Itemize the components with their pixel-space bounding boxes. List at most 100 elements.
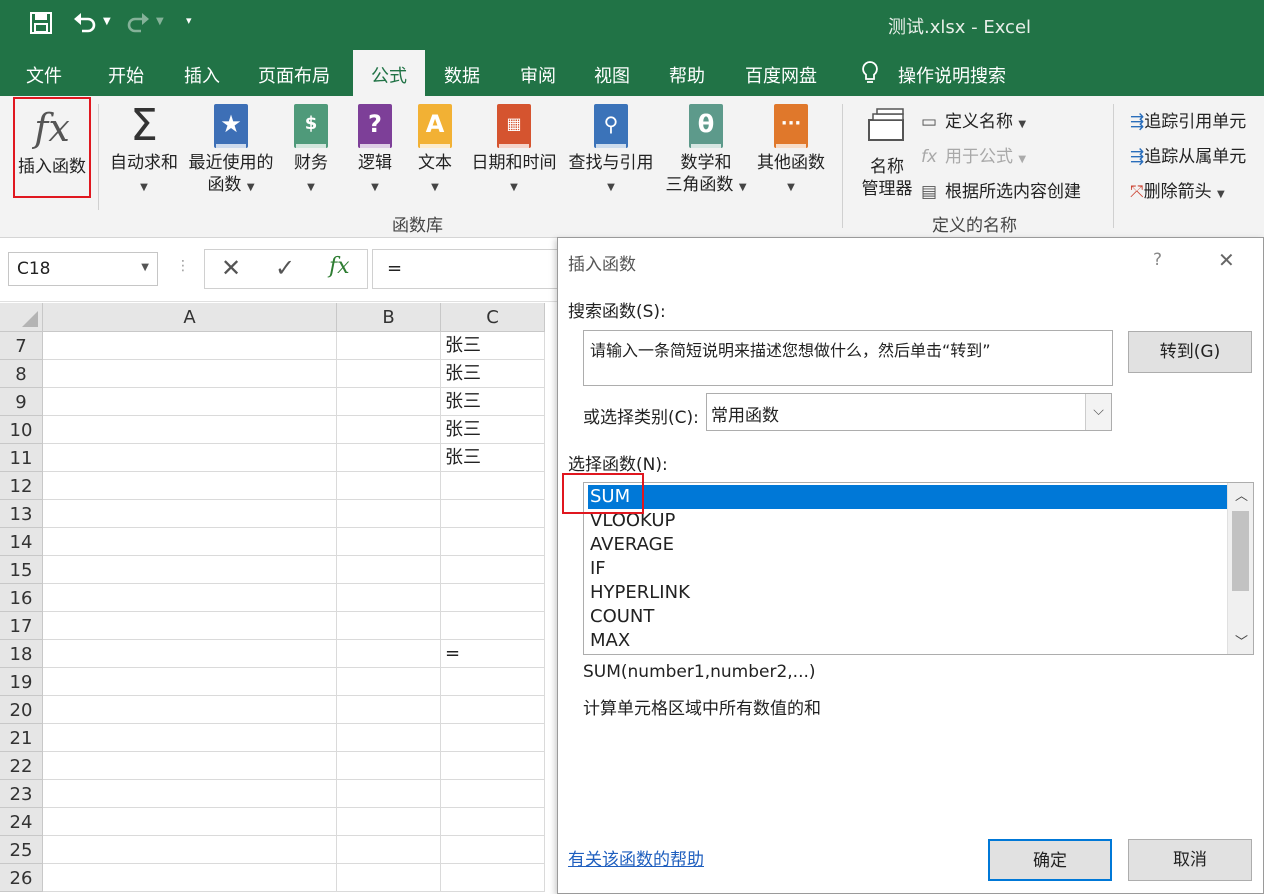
row-header[interactable]: 12 xyxy=(0,472,43,500)
cell-c[interactable] xyxy=(441,584,545,612)
cell-b[interactable] xyxy=(337,332,441,360)
column-header-a[interactable]: A xyxy=(43,303,337,332)
cell-c[interactable] xyxy=(441,472,545,500)
cell-a[interactable] xyxy=(43,416,337,444)
row-header[interactable]: 14 xyxy=(0,528,43,556)
cell-b[interactable] xyxy=(337,752,441,780)
cell-c[interactable]: 张三 xyxy=(441,416,545,444)
cell-b[interactable] xyxy=(337,864,441,892)
category-select[interactable]: 常用函数 ⌵ xyxy=(706,393,1112,431)
tab-file[interactable]: 文件 xyxy=(26,62,62,96)
row-header[interactable]: 23 xyxy=(0,780,43,808)
select-all-corner[interactable] xyxy=(0,303,43,332)
tell-me-search[interactable]: 操作说明搜索 xyxy=(898,62,1006,96)
cancel-button[interactable]: 取消 xyxy=(1128,839,1252,881)
function-help-link[interactable]: 有关该函数的帮助 xyxy=(568,845,704,870)
cell-c[interactable] xyxy=(441,780,545,808)
logical-button[interactable]: ? 逻辑 ▼ xyxy=(350,104,400,199)
cell-c[interactable]: 张三 xyxy=(441,332,545,360)
cell-b[interactable] xyxy=(337,836,441,864)
cell-b[interactable] xyxy=(337,388,441,416)
name-box[interactable]: C18 ▼ xyxy=(8,252,158,286)
cell-c[interactable] xyxy=(441,724,545,752)
cell-b[interactable] xyxy=(337,780,441,808)
cell-a[interactable] xyxy=(43,724,337,752)
row-header[interactable]: 19 xyxy=(0,668,43,696)
tab-view[interactable]: 视图 xyxy=(594,62,630,96)
cell-b[interactable] xyxy=(337,528,441,556)
autosum-button[interactable]: Σ 自动求和 ▼ xyxy=(104,104,184,199)
cell-b[interactable] xyxy=(337,472,441,500)
tab-help[interactable]: 帮助 xyxy=(669,62,705,96)
cell-a[interactable] xyxy=(43,472,337,500)
remove-arrows-command[interactable]: ⤧删除箭头 ▼ xyxy=(1130,177,1225,202)
math-trig-button[interactable]: θ 数学和 三角函数 ▼ xyxy=(660,104,752,199)
cell-b[interactable] xyxy=(337,584,441,612)
define-name-command[interactable]: ▭ 定义名称 ▼ xyxy=(921,107,1026,132)
name-manager-button[interactable]: 名称 管理器 xyxy=(856,108,918,200)
cell-a[interactable] xyxy=(43,500,337,528)
trace-precedents-command[interactable]: ⇶追踪引用单元 xyxy=(1130,107,1246,132)
chevron-up-icon[interactable]: ︿ xyxy=(1235,485,1248,504)
tab-review[interactable]: 审阅 xyxy=(520,62,556,96)
cell-a[interactable] xyxy=(43,640,337,668)
cell-b[interactable] xyxy=(337,444,441,472)
go-button[interactable]: 转到(G) xyxy=(1128,331,1252,373)
column-header-c[interactable]: C xyxy=(441,303,545,332)
lookup-button[interactable]: ⚲ 查找与引用 ▼ xyxy=(563,104,659,199)
row-header[interactable]: 11 xyxy=(0,444,43,472)
row-header[interactable]: 16 xyxy=(0,584,43,612)
function-list-item[interactable]: IF xyxy=(588,557,1228,581)
cell-a[interactable] xyxy=(43,612,337,640)
row-header[interactable]: 26 xyxy=(0,864,43,892)
customize-qat-icon[interactable]: ▾ xyxy=(186,14,192,27)
cell-a[interactable] xyxy=(43,388,337,416)
text-button[interactable]: A 文本 ▼ xyxy=(410,104,460,199)
close-icon[interactable]: ✕ xyxy=(1218,248,1235,272)
function-list-item[interactable]: VLOOKUP xyxy=(588,509,1228,533)
row-header[interactable]: 20 xyxy=(0,696,43,724)
cell-b[interactable] xyxy=(337,640,441,668)
chevron-down-icon[interactable]: ▼ xyxy=(141,262,149,273)
tab-baidu-netdisk[interactable]: 百度网盘 xyxy=(745,62,817,96)
search-function-input[interactable]: 请输入一条简短说明来描述您想做什么，然后单击“转到” xyxy=(583,330,1113,386)
cell-c[interactable]: 张三 xyxy=(441,360,545,388)
ok-button[interactable]: 确定 xyxy=(988,839,1112,881)
row-header[interactable]: 18 xyxy=(0,640,43,668)
more-functions-button[interactable]: ··· 其他函数 ▼ xyxy=(752,104,830,199)
chevron-down-icon[interactable]: ﹀ xyxy=(1235,631,1248,650)
datetime-button[interactable]: ▦ 日期和时间 ▼ xyxy=(466,104,562,199)
redo-icon[interactable] xyxy=(125,10,151,41)
row-header[interactable]: 24 xyxy=(0,808,43,836)
cell-c[interactable] xyxy=(441,696,545,724)
row-header[interactable]: 25 xyxy=(0,836,43,864)
enter-icon[interactable]: ✓ xyxy=(275,254,295,282)
row-header[interactable]: 8 xyxy=(0,360,43,388)
help-icon[interactable]: ? xyxy=(1153,250,1162,270)
cell-a[interactable] xyxy=(43,696,337,724)
cell-c[interactable] xyxy=(441,836,545,864)
tab-page-layout[interactable]: 页面布局 xyxy=(258,62,330,96)
cell-b[interactable] xyxy=(337,808,441,836)
function-list-item[interactable]: AVERAGE xyxy=(588,533,1228,557)
cell-c[interactable]: = xyxy=(441,640,545,668)
tab-home[interactable]: 开始 xyxy=(108,62,144,96)
cell-b[interactable] xyxy=(337,500,441,528)
cell-a[interactable] xyxy=(43,668,337,696)
cell-c[interactable]: 张三 xyxy=(441,444,545,472)
cell-c[interactable] xyxy=(441,612,545,640)
create-from-selection-command[interactable]: ▤ 根据所选内容创建 xyxy=(921,177,1081,202)
cell-a[interactable] xyxy=(43,528,337,556)
row-header[interactable]: 10 xyxy=(0,416,43,444)
cell-b[interactable] xyxy=(337,360,441,388)
list-scrollbar[interactable]: ︿ ﹀ xyxy=(1227,483,1253,654)
tab-formulas[interactable]: 公式 xyxy=(353,50,425,96)
recent-functions-button[interactable]: ★ 最近使用的 函数 ▼ xyxy=(184,104,278,199)
cancel-icon[interactable]: ✕ xyxy=(221,254,241,282)
cell-a[interactable] xyxy=(43,584,337,612)
cell-b[interactable] xyxy=(337,696,441,724)
cell-a[interactable] xyxy=(43,444,337,472)
scrollbar-thumb[interactable] xyxy=(1232,511,1249,591)
cell-c[interactable]: 张三 xyxy=(441,388,545,416)
undo-dropdown-icon[interactable]: ▼ xyxy=(103,16,111,27)
